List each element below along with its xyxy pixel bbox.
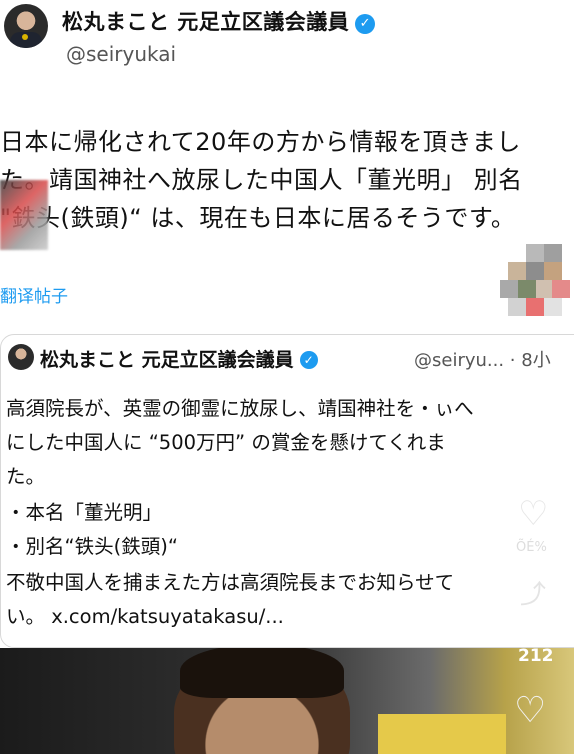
quoted-text-line-5: ・別名“铁头(鉄頭)“ xyxy=(6,535,178,558)
pixelated-overlay xyxy=(500,244,570,336)
tweet-text-line-2: た。靖国神社へ放尿した中国人「董光明」 別名 xyxy=(0,166,523,194)
author-handle[interactable]: @seiryukai xyxy=(66,42,176,66)
verified-badge-icon: ✓ xyxy=(299,351,318,369)
person-hair xyxy=(180,648,344,698)
verified-badge-icon: ✓ xyxy=(355,14,376,34)
quoted-text-line-1: 高須院長が、英霊の御霊に放尿し、靖国神社を・ぃへ xyxy=(6,397,474,420)
quoted-author-avatar[interactable] xyxy=(8,344,34,370)
broken-heart-icon[interactable]: ♡ xyxy=(514,690,546,731)
quoted-text-line-4: ・本名「董光明」 xyxy=(6,501,163,524)
quoted-author-name-text: 松丸まこと 元足立区議会議員 xyxy=(40,349,294,371)
avatar-pin xyxy=(22,34,28,40)
background-sign xyxy=(378,714,506,754)
quoted-text-line-6: 不敬中国人を捕まえた方は高須院長までお知らせて xyxy=(6,571,455,594)
tweet-text-line-1: 日本に帰化されて20年の方から情報を頂きまし xyxy=(0,128,521,156)
heart-icon[interactable]: ♡ xyxy=(518,494,548,534)
like-count: 212 xyxy=(518,646,554,666)
faint-count: ÕÉ% xyxy=(516,540,547,555)
quoted-text-line-7[interactable]: い。 x.com/katsuyatakasu/... xyxy=(6,600,284,629)
author-name[interactable]: 松丸まこと 元足立区議会議員 ✓ xyxy=(62,6,376,36)
quoted-text-line-2: にした中国人に “500万円” の賞金を懸けてくれま xyxy=(6,431,446,454)
video-frame[interactable] xyxy=(0,648,574,754)
quoted-text-line-3: た。 xyxy=(6,465,46,488)
translate-post-link[interactable]: 翻译帖子 xyxy=(0,282,68,307)
quoted-author-name[interactable]: 松丸まこと 元足立区議会議員 ✓ xyxy=(40,345,318,372)
blurred-thumbnail xyxy=(0,180,48,250)
share-icon[interactable]: ⤴ xyxy=(520,574,546,611)
author-avatar[interactable] xyxy=(4,4,48,48)
author-name-text: 松丸まこと 元足立区議会議員 xyxy=(62,10,350,34)
tweet-text-line-3: "鉄头(鉄頭)“ は、現在も日本に居るそうです。 xyxy=(0,204,516,232)
quoted-handle-time: @seiryu... · 8小 xyxy=(414,350,551,371)
